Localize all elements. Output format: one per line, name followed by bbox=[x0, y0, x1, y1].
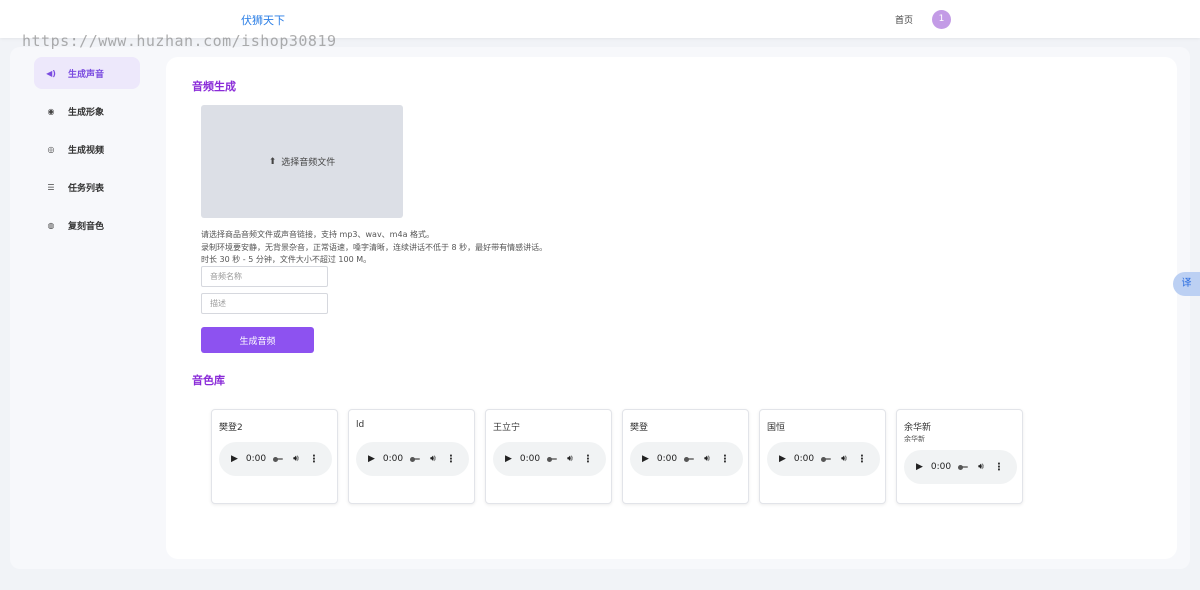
voice-name: 国恒 bbox=[767, 423, 786, 433]
brand-logo-text[interactable]: 伏狮天下 bbox=[241, 12, 285, 28]
audio-player[interactable]: ▶ 0:00 🔊︎ ⋮ bbox=[630, 442, 743, 476]
play-icon[interactable]: ▶ bbox=[642, 454, 649, 464]
voice-library-title: 音色库 bbox=[192, 374, 225, 387]
more-menu-icon[interactable]: ⋮ bbox=[446, 454, 456, 465]
voice-card: 王立宁 ▶ 0:00 🔊︎ ⋮ bbox=[485, 409, 612, 504]
sidebar-item-label: 生成声音 bbox=[68, 69, 105, 80]
play-icon[interactable]: ▶ bbox=[505, 454, 512, 464]
play-icon[interactable]: ▶ bbox=[779, 454, 786, 464]
more-menu-icon[interactable]: ⋮ bbox=[857, 454, 867, 465]
voice-library-grid: 樊登2 ▶ 0:00 🔊︎ ⋮ ld ▶ 0:00 🔊︎ ⋮ 王立宁 ▶ 0:0… bbox=[211, 409, 1033, 504]
more-menu-icon[interactable]: ⋮ bbox=[309, 454, 319, 465]
progress-bar[interactable] bbox=[821, 456, 832, 462]
upload-audio-dropzone[interactable]: ⬆ 选择音频文件 bbox=[201, 105, 403, 218]
description-input[interactable] bbox=[201, 293, 328, 314]
avatar[interactable]: 1 bbox=[932, 10, 951, 29]
volume-icon[interactable]: 🔊︎ bbox=[978, 462, 984, 472]
voice-name: ld bbox=[356, 420, 365, 430]
voice-name: 樊登 bbox=[630, 423, 649, 433]
user-circle-icon: ◉ bbox=[47, 106, 55, 116]
app-shell: ◀) 生成声音 ◉ 生成形象 ◎ 生成视频 ☰ 任务列表 ◍ 复刻音色 音频生成… bbox=[10, 47, 1190, 569]
speaker-icon: ◀) bbox=[46, 68, 56, 78]
sidebar-item-label: 生成形象 bbox=[68, 107, 105, 118]
volume-icon[interactable]: 🔊︎ bbox=[293, 454, 299, 464]
hint-line: 录制环境要安静，无背景杂音，正常语速，嗓字清晰，连续讲话不低于 8 秒，最好带有… bbox=[201, 242, 548, 252]
time-readout: 0:00 bbox=[656, 454, 678, 464]
voice-name: 樊登2 bbox=[219, 423, 243, 433]
sidebar-item-clone-voice[interactable]: ◍ 复刻音色 bbox=[34, 209, 140, 241]
volume-icon[interactable]: 🔊︎ bbox=[430, 454, 436, 464]
audio-gen-title: 音频生成 bbox=[192, 80, 236, 93]
list-icon: ☰ bbox=[47, 182, 55, 192]
audio-player[interactable]: ▶ 0:00 🔊︎ ⋮ bbox=[904, 450, 1017, 484]
audio-player[interactable]: ▶ 0:00 🔊︎ ⋮ bbox=[767, 442, 880, 476]
sidebar-item-label: 任务列表 bbox=[68, 183, 105, 194]
progress-bar[interactable] bbox=[547, 456, 558, 462]
audio-name-input[interactable] bbox=[201, 266, 328, 287]
nav-home-link[interactable]: 首页 bbox=[895, 13, 913, 26]
sidebar-item-generate-video[interactable]: ◎ 生成视频 bbox=[34, 133, 140, 165]
sidebar-item-label: 复刻音色 bbox=[68, 221, 105, 232]
voice-card: ld ▶ 0:00 🔊︎ ⋮ bbox=[348, 409, 475, 504]
upload-icon: ⬆ bbox=[268, 156, 277, 167]
voice-card: 樊登 ▶ 0:00 🔊︎ ⋮ bbox=[622, 409, 749, 504]
hint-line: 请选择商品音频文件或声音链接，支持 mp3、wav、m4a 格式。 bbox=[201, 230, 435, 239]
sidebar-item-generate-voice[interactable]: ◀) 生成声音 bbox=[34, 57, 140, 89]
progress-bar[interactable] bbox=[410, 456, 421, 462]
more-menu-icon[interactable]: ⋮ bbox=[583, 454, 593, 465]
watermark-text: https://www.huzhan.com/ishop30819 bbox=[22, 32, 337, 50]
clone-voice-icon: ◍ bbox=[47, 220, 55, 230]
voice-card: 余华新 余华新 ▶ 0:00 🔊︎ ⋮ bbox=[896, 409, 1023, 504]
volume-icon[interactable]: 🔊︎ bbox=[841, 454, 847, 464]
volume-icon[interactable]: 🔊︎ bbox=[567, 454, 573, 464]
progress-bar[interactable] bbox=[684, 456, 695, 462]
generate-audio-button[interactable]: 生成音频 bbox=[201, 327, 314, 353]
time-readout: 0:00 bbox=[382, 454, 404, 464]
voice-description: 余华新 bbox=[904, 435, 925, 443]
time-readout: 0:00 bbox=[519, 454, 541, 464]
voice-card: 樊登2 ▶ 0:00 🔊︎ ⋮ bbox=[211, 409, 338, 504]
voice-card: 国恒 ▶ 0:00 🔊︎ ⋮ bbox=[759, 409, 886, 504]
hint-line: 时长 30 秒 - 5 分钟，文件大小不超过 100 M。 bbox=[201, 255, 372, 264]
audio-player[interactable]: ▶ 0:00 🔊︎ ⋮ bbox=[356, 442, 469, 476]
sidebar-item-label: 生成视频 bbox=[68, 145, 105, 156]
time-readout: 0:00 bbox=[793, 454, 815, 464]
audio-player[interactable]: ▶ 0:00 🔊︎ ⋮ bbox=[493, 442, 606, 476]
play-icon[interactable]: ▶ bbox=[368, 454, 375, 464]
sidebar: ◀) 生成声音 ◉ 生成形象 ◎ 生成视频 ☰ 任务列表 ◍ 复刻音色 bbox=[34, 57, 140, 247]
translate-button[interactable]: 译 bbox=[1173, 272, 1200, 296]
time-readout: 0:00 bbox=[930, 462, 952, 472]
time-readout: 0:00 bbox=[245, 454, 267, 464]
volume-icon[interactable]: 🔊︎ bbox=[704, 454, 710, 464]
upload-label: 选择音频文件 bbox=[281, 158, 336, 168]
progress-bar[interactable] bbox=[958, 464, 969, 470]
sidebar-item-task-list[interactable]: ☰ 任务列表 bbox=[34, 171, 140, 203]
voice-name: 余华新 bbox=[904, 423, 932, 433]
upload-hint: 请选择商品音频文件或声音链接，支持 mp3、wav、m4a 格式。 录制环境要安… bbox=[201, 229, 547, 267]
main-content-card: 音频生成 ⬆ 选择音频文件 请选择商品音频文件或声音链接，支持 mp3、wav、… bbox=[166, 57, 1177, 559]
video-disc-icon: ◎ bbox=[47, 144, 55, 154]
more-menu-icon[interactable]: ⋮ bbox=[720, 454, 730, 465]
voice-name: 王立宁 bbox=[493, 423, 521, 433]
more-menu-icon[interactable]: ⋮ bbox=[994, 462, 1004, 473]
play-icon[interactable]: ▶ bbox=[231, 454, 238, 464]
progress-bar[interactable] bbox=[273, 456, 284, 462]
audio-player[interactable]: ▶ 0:00 🔊︎ ⋮ bbox=[219, 442, 332, 476]
play-icon[interactable]: ▶ bbox=[916, 462, 923, 472]
sidebar-item-generate-avatar[interactable]: ◉ 生成形象 bbox=[34, 95, 140, 127]
